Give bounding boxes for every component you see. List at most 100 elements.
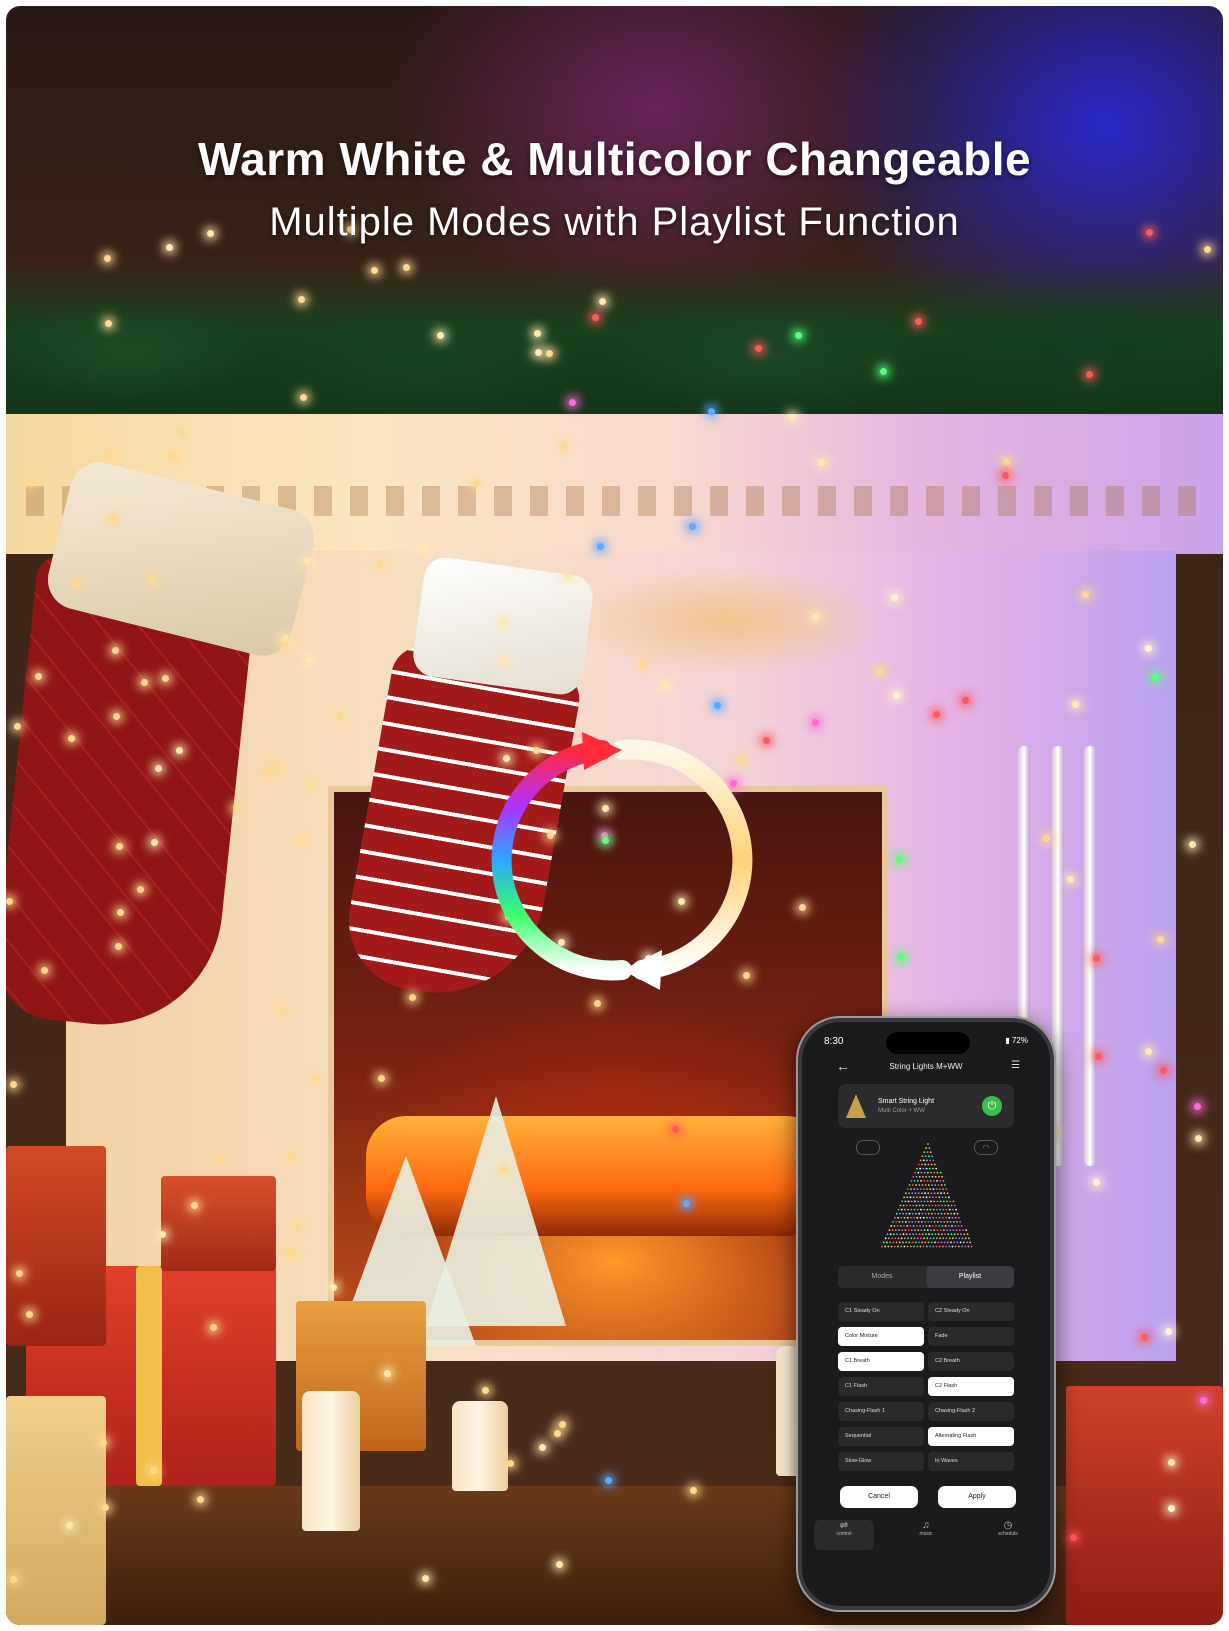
- device-subtitle: Multi Color + WW: [878, 1108, 925, 1114]
- tree-light-dot: [910, 1180, 913, 1182]
- tree-light-dot: [908, 1221, 910, 1223]
- tree-light-dot: [948, 1245, 951, 1248]
- fairy-light: [1188, 841, 1196, 848]
- tree-light-dot: [933, 1171, 936, 1174]
- mode-item[interactable]: C1 Steady On: [838, 1302, 924, 1321]
- mode-item[interactable]: Alternating Flash: [928, 1427, 1014, 1446]
- tree-light-dot: [893, 1245, 896, 1248]
- tree-light-dot: [945, 1237, 948, 1240]
- tree-light-dot: [966, 1233, 969, 1236]
- tree-light-dot: [902, 1233, 905, 1236]
- tree-light-dot: [924, 1212, 927, 1215]
- mode-item[interactable]: In Waves: [928, 1452, 1014, 1471]
- tree-light-dot: [912, 1175, 915, 1178]
- tree-light-dot: [948, 1208, 951, 1211]
- mode-item[interactable]: Sequential: [838, 1427, 924, 1446]
- tree-light-dot: [936, 1171, 939, 1174]
- tree-light-dot: [911, 1241, 914, 1244]
- mode-item[interactable]: Color Mixture: [838, 1327, 924, 1346]
- mode-item[interactable]: Slow-Glow: [838, 1452, 924, 1471]
- tree-light-dot: [927, 1212, 930, 1215]
- phone-mockup: 8:30 ▮ 72% ← String Lights M+WW ☰ Smart …: [796, 1016, 1056, 1612]
- tree-light-dot: [899, 1204, 902, 1207]
- stocking-right-cuff: [410, 554, 596, 698]
- mode-item[interactable]: C1 Flash: [838, 1377, 924, 1396]
- tree-light-dot: [930, 1241, 933, 1244]
- apply-button[interactable]: Apply: [938, 1486, 1016, 1508]
- tree-light-dot: [954, 1245, 957, 1248]
- tree-light-dot: [927, 1184, 930, 1186]
- menu-icon[interactable]: ☰: [1011, 1060, 1020, 1071]
- tree-light-dot: [931, 1175, 934, 1178]
- nav-music[interactable]: ♫ music: [896, 1520, 956, 1537]
- tree-light-dot: [942, 1216, 944, 1219]
- tree-light-dot: [917, 1163, 920, 1166]
- tree-light-dot: [910, 1229, 913, 1231]
- mode-item[interactable]: C2 Breath: [928, 1352, 1014, 1371]
- tree-light-dot: [935, 1188, 938, 1190]
- mode-item[interactable]: C1 Breath: [838, 1352, 924, 1371]
- phone-screen: 8:30 ▮ 72% ← String Lights M+WW ☰ Smart …: [802, 1022, 1050, 1606]
- tree-light-dot: [900, 1208, 903, 1211]
- tree-light-dot: [894, 1229, 897, 1231]
- nav-schedule[interactable]: ◷ schedule: [978, 1520, 1038, 1537]
- tree-light-dot: [925, 1196, 928, 1199]
- tree-light-dot: [912, 1225, 915, 1227]
- bluetooth-chip-icon[interactable]: [856, 1140, 880, 1155]
- tree-light-dot: [913, 1208, 916, 1211]
- tree-light-dot: [968, 1237, 970, 1240]
- mode-item[interactable]: Chasing-Flash 1: [838, 1402, 924, 1421]
- tree-light-dot: [921, 1204, 924, 1207]
- tree-light-dot: [919, 1159, 922, 1162]
- mode-item[interactable]: C2 Steady On: [928, 1302, 1014, 1321]
- tree-light-dot: [932, 1188, 935, 1190]
- power-button[interactable]: ⏻: [982, 1096, 1002, 1116]
- tree-light-dot: [960, 1233, 962, 1236]
- tree-light-dot: [907, 1229, 910, 1231]
- tree-light-dot: [906, 1196, 909, 1199]
- tree-light-dot: [947, 1233, 950, 1236]
- battery-percent: 72%: [1011, 1036, 1028, 1045]
- tree-light-dot: [926, 1159, 928, 1162]
- tree-light-dot: [926, 1188, 928, 1190]
- device-card[interactable]: Smart String Light Multi Color + WW ⏻: [838, 1084, 1014, 1128]
- tree-light-dot: [927, 1143, 929, 1145]
- tree-light-dot: [941, 1204, 943, 1207]
- tree-light-dot: [909, 1233, 911, 1236]
- tree-light-dot: [895, 1221, 898, 1223]
- tree-light-dot: [934, 1233, 937, 1236]
- nav-control[interactable]: ⇌ control: [814, 1520, 874, 1550]
- tab-playlist[interactable]: Playlist: [926, 1266, 1014, 1288]
- tree-light-dot: [909, 1196, 912, 1199]
- tree-light-dot: [916, 1188, 919, 1190]
- tree-light-dot: [952, 1200, 955, 1203]
- cancel-button[interactable]: Cancel: [840, 1486, 918, 1508]
- tree-light-dot: [947, 1204, 950, 1207]
- tab-modes[interactable]: Modes: [838, 1266, 926, 1288]
- tree-light-dot: [917, 1200, 920, 1203]
- tree-light-dot: [919, 1188, 922, 1190]
- tree-light-dot: [940, 1241, 943, 1244]
- tree-light-dot: [943, 1192, 946, 1195]
- tree-light-dot: [914, 1241, 917, 1244]
- tree-light-dot: [944, 1196, 947, 1199]
- tree-light-dot: [937, 1184, 940, 1186]
- tree-light-dot: [953, 1204, 956, 1207]
- tree-light-dot: [931, 1225, 934, 1227]
- light-tree-visualization[interactable]: [880, 1140, 976, 1252]
- tree-light-dot: [958, 1237, 961, 1240]
- tree-light-dot: [892, 1241, 895, 1244]
- tree-light-dot: [929, 1188, 932, 1190]
- mode-item[interactable]: Chasing-Flash 2: [928, 1402, 1014, 1421]
- mode-item[interactable]: Fade: [928, 1327, 1014, 1346]
- tree-light-dot: [961, 1245, 963, 1248]
- tree-light-dot: [926, 1237, 929, 1240]
- tree-light-dot: [904, 1237, 906, 1240]
- tree-light-dot: [932, 1208, 935, 1211]
- wifi-chip-icon[interactable]: ◠: [974, 1140, 998, 1155]
- tree-light-dot: [934, 1212, 936, 1215]
- tree-light-dot: [947, 1225, 950, 1227]
- tree-light-dot: [941, 1175, 943, 1178]
- mode-item[interactable]: C2 Flash: [928, 1377, 1014, 1396]
- tree-light-dot: [919, 1245, 922, 1248]
